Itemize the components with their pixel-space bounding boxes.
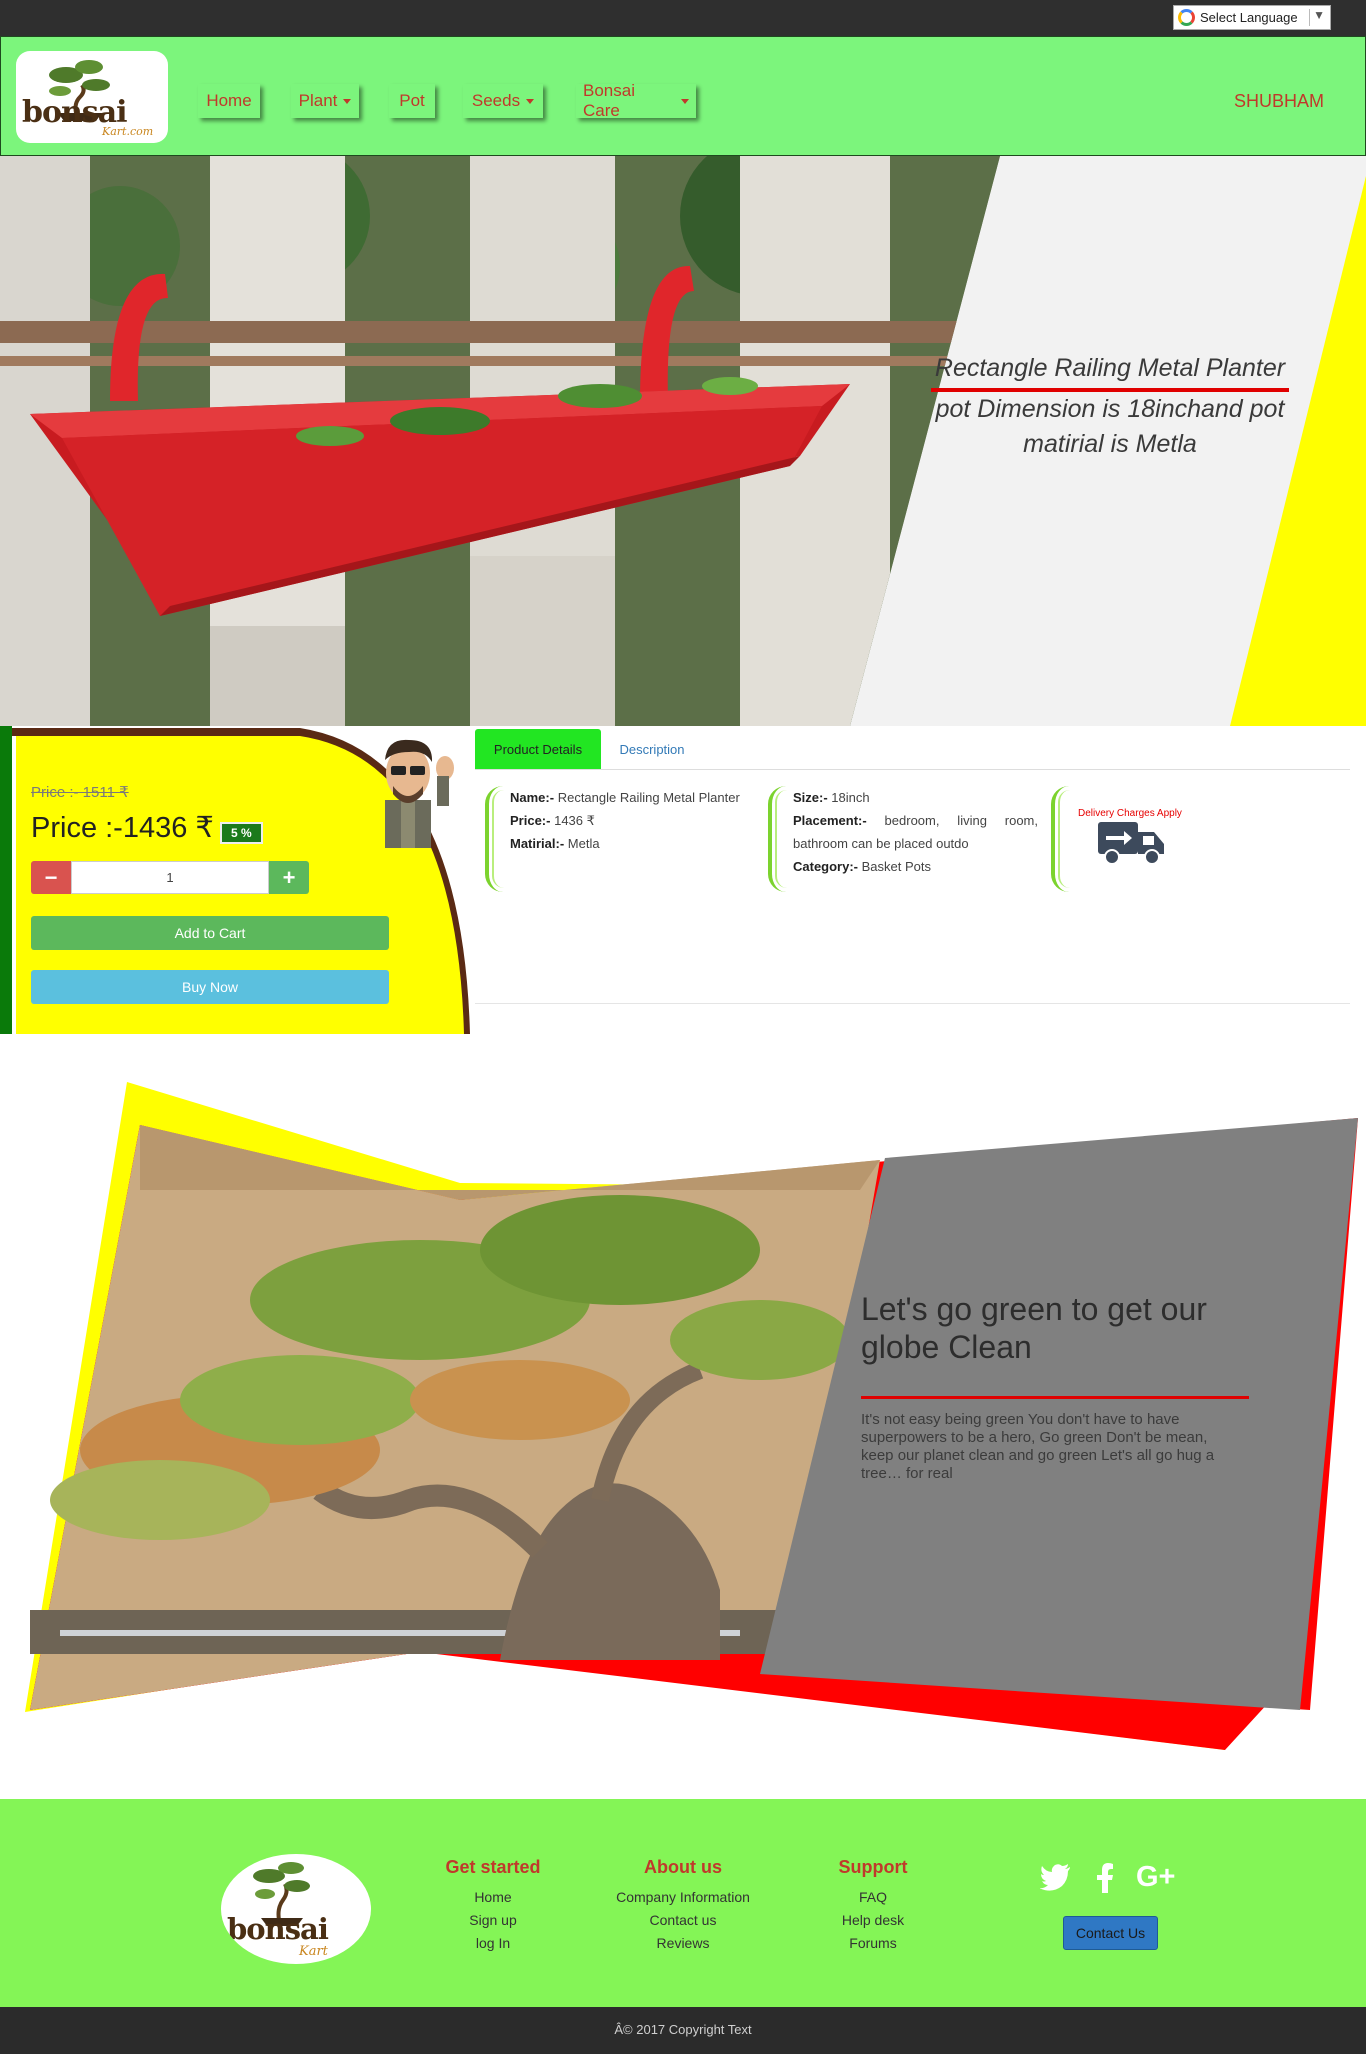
nav-pot[interactable]: Pot: [389, 84, 435, 118]
nav-plant-label: Plant: [298, 91, 338, 110]
copyright-bar: Â© 2017 Copyright Text: [0, 2007, 1366, 2054]
price-row: Price:- 1436 ₹: [510, 809, 755, 832]
user-name[interactable]: SHUBHAM: [1234, 91, 1324, 112]
top-bar: Select Language ▼: [0, 0, 1366, 36]
site-logo[interactable]: bonsai Kart.com: [16, 51, 168, 143]
product-details-section: Product Details Description Name:- Recta…: [475, 726, 1350, 1004]
nav-pot-label: Pot: [399, 91, 425, 110]
nav-home-label: Home: [206, 91, 252, 110]
footer-link-company-information[interactable]: Company Information: [593, 1886, 773, 1909]
name-label: Name:-: [510, 790, 555, 805]
delivery-truck-icon: [1098, 822, 1164, 865]
hero-banner: Rectangle Railing Metal Planter pot Dime…: [0, 156, 1366, 726]
category-row: Category:- Basket Pots: [793, 855, 1038, 878]
footer-column-support: Support FAQ Help desk Forums: [783, 1857, 963, 1955]
banner-underline: [861, 1396, 1249, 1399]
site-footer: bonsai Kart Get started Home Sign up log…: [0, 1799, 1366, 2007]
material-row: Matirial:- Metla: [510, 832, 755, 855]
category-label: Category:-: [793, 859, 859, 874]
facebook-icon[interactable]: [1096, 1863, 1114, 1893]
nav-bonsai-care-label: Bonsai Care: [583, 81, 635, 120]
card-bracket: [485, 786, 503, 892]
language-select[interactable]: Select Language ▼: [1173, 5, 1331, 30]
original-price: Price :- 1511 ₹: [31, 784, 129, 801]
google-plus-icon[interactable]: G+: [1136, 1861, 1176, 1894]
size-value: 18inch: [831, 790, 870, 805]
detail-card-delivery: Delivery Charges Apply: [1051, 786, 1211, 896]
google-icon: [1178, 9, 1195, 26]
footer-column-title: Support: [838, 1857, 908, 1877]
caret-down-icon: [681, 98, 689, 104]
footer-link-faq[interactable]: FAQ: [783, 1886, 963, 1909]
size-label: Size:-: [793, 790, 828, 805]
footer-link-sign-up[interactable]: Sign up: [403, 1909, 583, 1932]
footer-link-reviews[interactable]: Reviews: [593, 1932, 773, 1955]
footer-column-get-started: Get started Home Sign up log In: [403, 1857, 583, 1955]
card-bracket: [1051, 786, 1069, 892]
name-value: Rectangle Railing Metal Planter: [557, 790, 740, 805]
footer-link-forums[interactable]: Forums: [783, 1932, 963, 1955]
footer-link-home[interactable]: Home: [403, 1886, 583, 1909]
tab-divider: [475, 769, 1350, 770]
price-panel: Price :- 1511 ₹ Price :-1436 ₹ 5 % − + A…: [0, 726, 470, 1034]
nav-seeds[interactable]: Seeds: [463, 84, 543, 118]
placement-row: Placement:- bedroom, living room, bathro…: [793, 809, 1038, 855]
caret-down-icon: [526, 98, 535, 104]
name-row: Name:- Rectangle Railing Metal Planter: [510, 786, 755, 809]
detail-card-size: Size:- 18inch Placement:- bedroom, livin…: [768, 786, 1038, 896]
dropdown-arrow-icon: ▼: [1313, 8, 1325, 22]
language-label: Select Language: [1200, 10, 1298, 25]
add-to-cart-button[interactable]: Add to Cart: [31, 916, 389, 950]
logo-subtext: Kart.com: [102, 125, 154, 138]
footer-link-contact-us[interactable]: Contact us: [593, 1909, 773, 1932]
tab-description[interactable]: Description: [607, 729, 697, 770]
hero-line-2: pot Dimension is 18inchand pot: [935, 395, 1285, 423]
mascot-avatar-icon: [385, 739, 454, 848]
main-navbar: bonsai Kart.com Home Plant Pot Seeds Bon…: [0, 36, 1366, 156]
footer-logo[interactable]: bonsai Kart: [221, 1854, 371, 1964]
caret-down-icon: [343, 98, 352, 104]
divider: [1309, 9, 1310, 26]
nav-seeds-label: Seeds: [471, 91, 521, 110]
quantity-input[interactable]: [71, 861, 269, 894]
twitter-icon[interactable]: [1040, 1863, 1072, 1891]
material-value: Metla: [567, 836, 600, 851]
hero-caption: Rectangle Railing Metal Planter pot Dime…: [900, 351, 1320, 462]
hero-title: Rectangle Railing Metal Planter: [930, 351, 1290, 392]
price-label: Price:-: [510, 813, 551, 828]
bonsai-tree-icon: [253, 1862, 310, 1926]
nav-bonsai-care[interactable]: Bonsai Care: [576, 81, 696, 120]
footer-column-about-us: About us Company Information Contact us …: [593, 1857, 773, 1955]
footer-link-help-desk[interactable]: Help desk: [783, 1909, 963, 1932]
footer-link-log-in[interactable]: log In: [403, 1932, 583, 1955]
footer-logo-wordmark: bonsai: [227, 1912, 329, 1946]
buy-now-button[interactable]: Buy Now: [31, 970, 389, 1004]
price-value: 1436 ₹: [554, 813, 595, 828]
material-label: Matirial:-: [510, 836, 565, 851]
hero-line-3: matirial is Metla: [1023, 430, 1197, 458]
footer-column-title: Get started: [445, 1857, 541, 1877]
nav-plant[interactable]: Plant: [291, 84, 359, 118]
footer-column-title: About us: [644, 1857, 722, 1877]
detail-card-name: Name:- Rectangle Railing Metal Planter P…: [485, 786, 755, 896]
banner-heading: Let's go green to get our globe Clean: [861, 1291, 1207, 1365]
quantity-increase-button[interactable]: +: [269, 861, 309, 894]
footer-logo-subtext: Kart: [299, 1944, 328, 1959]
discount-badge: 5 %: [220, 822, 263, 844]
copyright-text: Â© 2017 Copyright Text: [614, 2022, 752, 2037]
tab-product-details[interactable]: Product Details: [475, 729, 601, 770]
category-value: Basket Pots: [861, 859, 932, 874]
current-price: Price :-1436 ₹: [31, 812, 214, 844]
banner-body-text: It's not easy being green You don't have…: [861, 1411, 1215, 1482]
nav-home[interactable]: Home: [198, 84, 260, 118]
quantity-decrease-button[interactable]: −: [31, 861, 71, 894]
size-row: Size:- 18inch: [793, 786, 1038, 809]
card-bracket: [768, 786, 786, 892]
contact-us-button[interactable]: Contact Us: [1063, 1916, 1158, 1950]
placement-label: Placement:-: [793, 813, 867, 828]
